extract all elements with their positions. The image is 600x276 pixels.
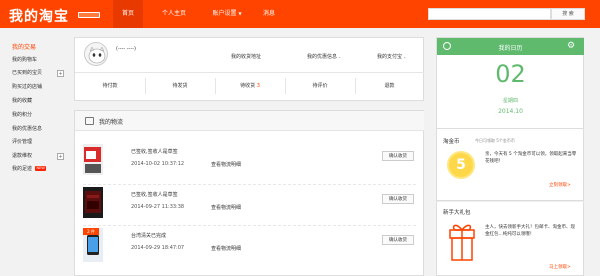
message-icon xyxy=(85,117,94,125)
nav-tab-label: 账户设置 xyxy=(212,10,237,17)
coins-text: 亲，今天有 5 个淘金币可以领，领取起来当零花钱吧！ xyxy=(485,152,577,164)
logistics-status: 台湾清关已完成 xyxy=(131,233,167,239)
product-thumbnail[interactable] xyxy=(83,187,103,218)
coins-title: 淘金币 xyxy=(443,139,460,145)
expand-icon[interactable]: + xyxy=(57,70,64,77)
divider xyxy=(83,184,416,185)
gift-title: 新手大礼包 xyxy=(443,210,471,216)
taobao-logo[interactable]: 我的淘宝 xyxy=(9,6,69,26)
order-label: 退款 xyxy=(384,83,395,89)
new-badge: NEW xyxy=(35,166,47,171)
logistics-header: 我的物流 xyxy=(75,111,424,131)
top-bar: 我的淘宝 首页 个人主页 账户设置 ▼ 消息 搜 索 xyxy=(0,0,600,28)
sidebar-item-footprint[interactable]: 我的足迹 NEW xyxy=(12,164,47,174)
sidebar: 我的交易 我的购物车 已买到的宝贝 + 购买过的店铺 我的收藏 我的积分 我的优… xyxy=(0,28,72,276)
calendar-day: 02 xyxy=(495,60,526,88)
logistics-detail-link[interactable]: 查看物流明细 xyxy=(211,204,241,211)
confirm-receipt-button[interactable]: 确认收货 xyxy=(382,194,414,204)
gift-icon xyxy=(449,224,475,261)
nav-tab-label: 个人主页 xyxy=(161,10,186,17)
calendar-weekday: 星期四 xyxy=(502,98,518,104)
search-input[interactable] xyxy=(428,8,551,20)
calendar-title: 我的日历 xyxy=(498,45,523,52)
calendar-panel: 我的日历 ⚙ 02 星期四 2014.10 xyxy=(436,37,584,129)
product-thumbnail[interactable] xyxy=(83,144,103,175)
gift-text: 主人，快去领新手大礼！包邮卡、淘金币、现金红包...纯纯可以领哦！ xyxy=(485,225,575,237)
sidebar-item-refunds[interactable]: 退款维权 xyxy=(12,151,32,161)
coin-icon: 5 xyxy=(447,151,475,179)
gift-panel: 新手大礼包 主人，快去领新手大礼！包邮卡、淘金币、现金红包...纯纯可以领哦！ … xyxy=(436,201,584,276)
logistics-time: 2014-10-02 10:37:12 xyxy=(131,161,185,167)
order-pending-review[interactable]: 待评价 xyxy=(285,74,355,98)
quantity-badge: 2 件 xyxy=(83,228,99,235)
username: (---- ----) xyxy=(116,46,136,52)
nav-tab-label: 消息 xyxy=(262,10,275,17)
logistics-status: 已签收,签收人是草签 xyxy=(131,192,178,198)
order-pending-payment[interactable]: 待付款 xyxy=(75,74,145,98)
sidebar-title: 我的交易 xyxy=(12,44,37,51)
order-label: 待评价 xyxy=(312,83,328,89)
logo-badge xyxy=(78,12,100,18)
link-label: 我的收货地址 xyxy=(231,54,262,60)
divider xyxy=(83,225,416,226)
order-label: 待付款 xyxy=(102,83,118,89)
nav-tab-home[interactable]: 首页 xyxy=(113,0,143,28)
sidebar-item-cart[interactable]: 我的购物车 xyxy=(12,55,37,65)
sidebar-item-label: 我的足迹 xyxy=(12,166,33,172)
sidebar-item-points[interactable]: 我的积分 xyxy=(12,110,32,120)
confirm-receipt-button[interactable]: 确认收货 xyxy=(382,235,414,245)
search-button[interactable]: 搜 索 xyxy=(551,8,585,20)
sidebar-item-coupons[interactable]: 我的优惠信息 xyxy=(12,124,42,134)
avatar[interactable] xyxy=(84,42,108,66)
coins-meta: 今日可领取 5个金币币 xyxy=(475,138,515,143)
coins-panel: 淘金币 今日可领取 5个金币币 5 亲，今天有 5 个淘金币可以领，领取起来当零… xyxy=(436,129,584,201)
logistics-status: 已签收,签收人是草签 xyxy=(131,149,178,155)
order-refund[interactable]: 退款 xyxy=(355,74,424,98)
logistics-detail-link[interactable]: 查看物流明细 xyxy=(211,161,241,168)
logistics-item: 已签收,签收人是草签 2014-10-02 10:37:12 查看物流明细 确认… xyxy=(75,144,424,188)
calendar-month: 2014.10 xyxy=(498,108,523,115)
claim-coins-link[interactable]: 立刻领取> xyxy=(549,182,571,188)
sidebar-item-bought[interactable]: 已买到的宝贝 xyxy=(12,68,42,78)
order-label: 待发货 xyxy=(172,83,188,89)
nav-tab-messages[interactable]: 消息 xyxy=(257,0,281,28)
order-pending-receipt[interactable]: 待收货 3 xyxy=(215,74,285,98)
chevron-down-icon: ⌄ xyxy=(338,54,342,59)
logistics-detail-link[interactable]: 查看物流明细 xyxy=(211,245,241,252)
order-count: 3 xyxy=(256,83,260,89)
link-label: 我的支付宝 xyxy=(377,54,403,60)
avatar-face-icon xyxy=(88,46,106,64)
divider xyxy=(75,72,424,73)
logistics-item: 2 件 台湾清关已完成 2014-09-29 18:47:07 查看物流明细 确… xyxy=(75,228,424,272)
sidebar-item-shops[interactable]: 购买过的店铺 xyxy=(12,82,42,92)
claim-gift-link[interactable]: 马上领取> xyxy=(549,264,571,270)
calendar-header: 我的日历 ⚙ xyxy=(437,38,584,55)
link-label: 我的优惠信息 xyxy=(307,54,338,60)
order-pending-shipment[interactable]: 待发货 xyxy=(145,74,215,98)
logistics-title: 我的物流 xyxy=(99,119,124,126)
chevron-down-icon: ▼ xyxy=(238,11,242,16)
nav-tab-settings[interactable]: 账户设置 ▼ xyxy=(203,0,251,28)
address-link[interactable]: 我的收货地址 xyxy=(231,53,261,60)
gear-icon[interactable]: ⚙ xyxy=(567,41,575,51)
sidebar-item-favorites[interactable]: 我的收藏 xyxy=(12,96,32,106)
nav-tab-label: 首页 xyxy=(121,10,134,17)
logistics-time: 2014-09-27 11:33:38 xyxy=(131,204,185,210)
expand-icon[interactable]: + xyxy=(57,153,64,160)
chevron-down-icon: ⌄ xyxy=(403,54,407,59)
confirm-receipt-button[interactable]: 确认收货 xyxy=(382,151,414,161)
profile-panel: (---- ----) 我的收货地址 我的优惠信息⌄ 我的支付宝⌄ 待付款 待发… xyxy=(74,37,424,101)
order-label: 待收货 xyxy=(240,83,256,89)
coupon-info-link[interactable]: 我的优惠信息⌄ xyxy=(307,53,341,60)
alipay-link[interactable]: 我的支付宝⌄ xyxy=(377,53,406,60)
logistics-time: 2014-09-29 18:47:07 xyxy=(131,245,185,251)
logistics-panel: 我的物流 已签收,签收人是草签 2014-10-02 10:37:12 查看物流… xyxy=(74,110,424,276)
sidebar-item-reviews[interactable]: 评价管理 xyxy=(12,137,32,147)
nav-tab-personal[interactable]: 个人主页 xyxy=(152,0,196,28)
